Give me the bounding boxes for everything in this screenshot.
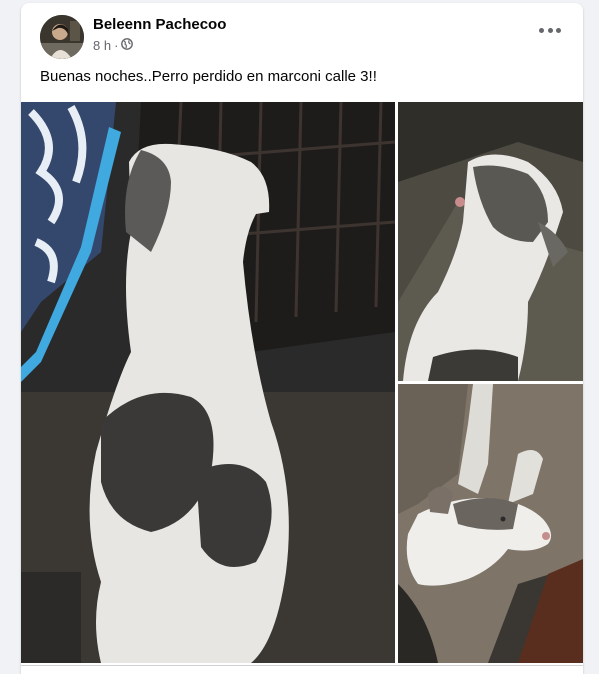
post-text: Buenas noches..Perro perdido en marconi … (40, 68, 377, 85)
dog-photo-back[interactable] (21, 102, 395, 663)
author-avatar[interactable] (40, 15, 84, 59)
more-options-icon[interactable] (539, 25, 561, 35)
photo-grid (21, 102, 583, 663)
author-name[interactable]: Beleenn Pachecoo (93, 16, 226, 33)
post-time[interactable]: 8 h (93, 38, 111, 53)
post-card: Beleenn Pachecoo 8 h · Buenas noches..Pe… (21, 3, 583, 674)
dog-photo-side[interactable] (398, 102, 583, 381)
post-footer-divider (21, 665, 583, 674)
post-meta: 8 h · (93, 38, 134, 53)
globe-icon (121, 38, 134, 53)
dog-photo-face[interactable] (398, 384, 583, 663)
meta-separator: · (114, 38, 119, 53)
